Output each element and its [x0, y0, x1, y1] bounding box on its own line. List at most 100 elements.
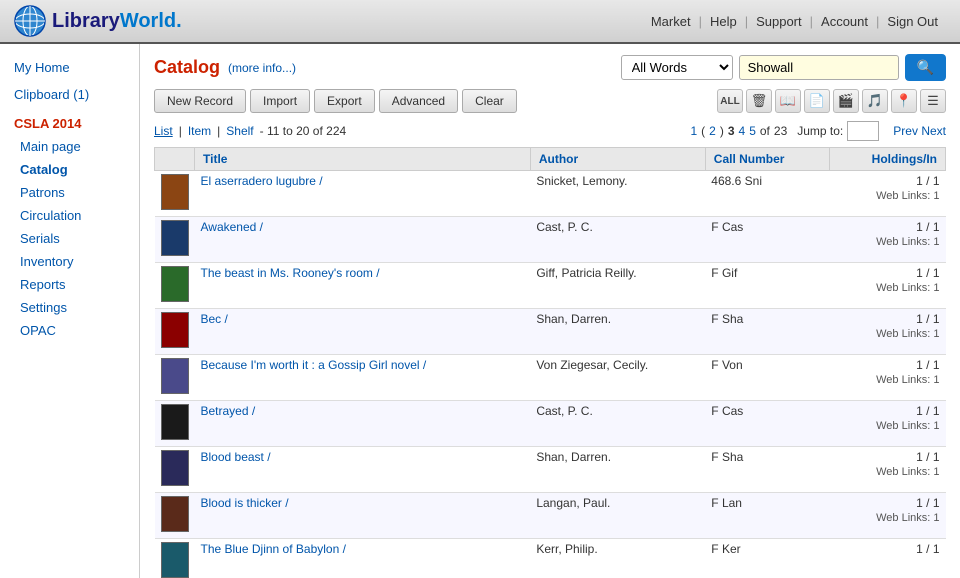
- layout: My Home Clipboard (1) CSLA 2014 Main pag…: [0, 44, 960, 578]
- more-info-link[interactable]: (more info...): [228, 61, 296, 75]
- pagination: 1 ( 2 ) 3 4 5 of 23 Jump to: Prev Next: [690, 121, 946, 141]
- page-4[interactable]: 4: [739, 124, 746, 138]
- list-sep-1: |: [179, 124, 182, 138]
- holdings-cell: 1 / 1Web Links: 1: [829, 171, 945, 217]
- list-tab-item[interactable]: Item: [188, 124, 211, 138]
- prev-button[interactable]: Prev: [893, 124, 918, 138]
- title-cell: The beast in Ms. Rooney's room /: [195, 263, 531, 309]
- search-input[interactable]: [739, 55, 899, 80]
- col-header-title[interactable]: Title: [195, 148, 531, 171]
- title-cell: Betrayed /: [195, 401, 531, 447]
- col-header-holdings: Holdings/In: [829, 148, 945, 171]
- col-header-author[interactable]: Author: [530, 148, 705, 171]
- import-button[interactable]: Import: [250, 89, 310, 113]
- next-button[interactable]: Next: [921, 124, 946, 138]
- call-number-cell: F Von: [705, 355, 829, 401]
- table-row: Awakened /Cast, P. C.F Cas1 / 1Web Links…: [155, 217, 946, 263]
- title-link[interactable]: The beast in Ms. Rooney's room /: [201, 266, 380, 280]
- author-cell: Snicket, Lemony.: [530, 171, 705, 217]
- title-cell: Awakened /: [195, 217, 531, 263]
- header-nav: Market | Help | Support | Account | Sign…: [643, 14, 946, 29]
- video-icon-button[interactable]: 🎬: [833, 89, 859, 113]
- sidebar-sub-main-page[interactable]: Main page: [0, 135, 139, 158]
- menu-icon-button[interactable]: ☰: [920, 89, 946, 113]
- col-header-call-number[interactable]: Call Number: [705, 148, 829, 171]
- author-cell: Von Ziegesar, Cecily.: [530, 355, 705, 401]
- sidebar-sub-serials[interactable]: Serials: [0, 227, 139, 250]
- results-table: Title Author Call Number Holdings/In El …: [154, 147, 946, 578]
- logo: LibraryWorld.: [14, 5, 182, 37]
- nav-help[interactable]: Help: [702, 14, 745, 29]
- jump-to-input[interactable]: [847, 121, 879, 141]
- catalog-title-area: Catalog (more info...): [154, 57, 296, 78]
- list-tab-list[interactable]: List: [154, 124, 173, 138]
- sidebar-item-clipboard[interactable]: Clipboard (1): [0, 81, 139, 108]
- call-number-cell: F Sha: [705, 447, 829, 493]
- nav-account[interactable]: Account: [813, 14, 876, 29]
- table-row: Bec /Shan, Darren.F Sha1 / 1Web Links: 1: [155, 309, 946, 355]
- call-number-cell: F Cas: [705, 217, 829, 263]
- page-2-paren: (: [701, 124, 705, 138]
- list-info-left: List | Item | Shelf - 11 to 20 of 224: [154, 124, 346, 138]
- title-link[interactable]: Betrayed /: [201, 404, 256, 418]
- title-link[interactable]: Blood is thicker /: [201, 496, 289, 510]
- author-cell: Shan, Darren.: [530, 309, 705, 355]
- page-2[interactable]: 2: [709, 124, 716, 138]
- table-row: The Blue Djinn of Babylon /Kerr, Philip.…: [155, 539, 946, 578]
- title-cell: Because I'm worth it : a Gossip Girl nov…: [195, 355, 531, 401]
- holdings-cell: 1 / 1Web Links: 1: [829, 401, 945, 447]
- book-cover-cell: [155, 447, 195, 493]
- nav-support[interactable]: Support: [748, 14, 810, 29]
- title-link[interactable]: The Blue Djinn of Babylon /: [201, 542, 346, 556]
- page-3[interactable]: 3: [728, 124, 735, 138]
- sidebar-sub-reports[interactable]: Reports: [0, 273, 139, 296]
- title-link[interactable]: Blood beast /: [201, 450, 271, 464]
- book-cover-cell: [155, 171, 195, 217]
- web-links: Web Links: 1: [876, 236, 939, 248]
- all-filter-button[interactable]: ALL: [717, 89, 743, 113]
- sidebar-item-my-home[interactable]: My Home: [0, 54, 139, 81]
- sidebar-sub-opac[interactable]: OPAC: [0, 319, 139, 342]
- title-link[interactable]: Bec /: [201, 312, 228, 326]
- search-type-select[interactable]: All Words Any Words Exact Phrase Title A…: [621, 55, 733, 80]
- map-icon-button[interactable]: 📍: [891, 89, 917, 113]
- author-cell: Giff, Patricia Reilly.: [530, 263, 705, 309]
- toolbar-right: ALL 🗑 📖 📄 🎬 🎵 📍 ☰: [717, 89, 946, 113]
- book-cover-cell: [155, 217, 195, 263]
- title-cell: Blood beast /: [195, 447, 531, 493]
- title-link[interactable]: El aserradero lugubre /: [201, 174, 323, 188]
- text-icon-button[interactable]: 📄: [804, 89, 830, 113]
- sidebar-sub-inventory[interactable]: Inventory: [0, 250, 139, 273]
- sidebar-sub-patrons[interactable]: Patrons: [0, 181, 139, 204]
- sidebar-sub-catalog[interactable]: Catalog: [0, 158, 139, 181]
- page-5[interactable]: 5: [749, 124, 756, 138]
- sidebar-sub-settings[interactable]: Settings: [0, 296, 139, 319]
- advanced-button[interactable]: Advanced: [379, 89, 458, 113]
- call-number-cell: F Cas: [705, 401, 829, 447]
- table-body: El aserradero lugubre /Snicket, Lemony.4…: [155, 171, 946, 578]
- export-button[interactable]: Export: [314, 89, 375, 113]
- title-link[interactable]: Awakened /: [201, 220, 264, 234]
- title-link[interactable]: Because I'm worth it : a Gossip Girl nov…: [201, 358, 427, 372]
- nav-market[interactable]: Market: [643, 14, 699, 29]
- call-number-cell: F Ker: [705, 539, 829, 578]
- catalog-header: Catalog (more info...) All Words Any Wor…: [154, 54, 946, 81]
- page-1[interactable]: 1: [690, 124, 697, 138]
- book-icon-button[interactable]: 📖: [775, 89, 801, 113]
- author-cell: Cast, P. C.: [530, 401, 705, 447]
- table-row: The beast in Ms. Rooney's room / Giff, Pa…: [155, 263, 946, 309]
- search-button[interactable]: 🔍: [905, 54, 946, 81]
- nav-signout[interactable]: Sign Out: [879, 14, 946, 29]
- new-record-button[interactable]: New Record: [154, 89, 246, 113]
- holdings-cell: 1 / 1Web Links: 1: [829, 217, 945, 263]
- music-icon-button[interactable]: 🎵: [862, 89, 888, 113]
- delete-icon-button[interactable]: 🗑: [746, 89, 772, 113]
- author-cell: Shan, Darren.: [530, 447, 705, 493]
- list-range: - 11 to 20 of 224: [260, 124, 347, 138]
- sidebar-sub-circulation[interactable]: Circulation: [0, 204, 139, 227]
- holdings-cell: 1 / 1Web Links: 1: [829, 355, 945, 401]
- clear-button[interactable]: Clear: [462, 89, 517, 113]
- book-cover-cell: [155, 493, 195, 539]
- list-tab-shelf[interactable]: Shelf: [226, 124, 253, 138]
- logo-globe-icon: [14, 5, 46, 37]
